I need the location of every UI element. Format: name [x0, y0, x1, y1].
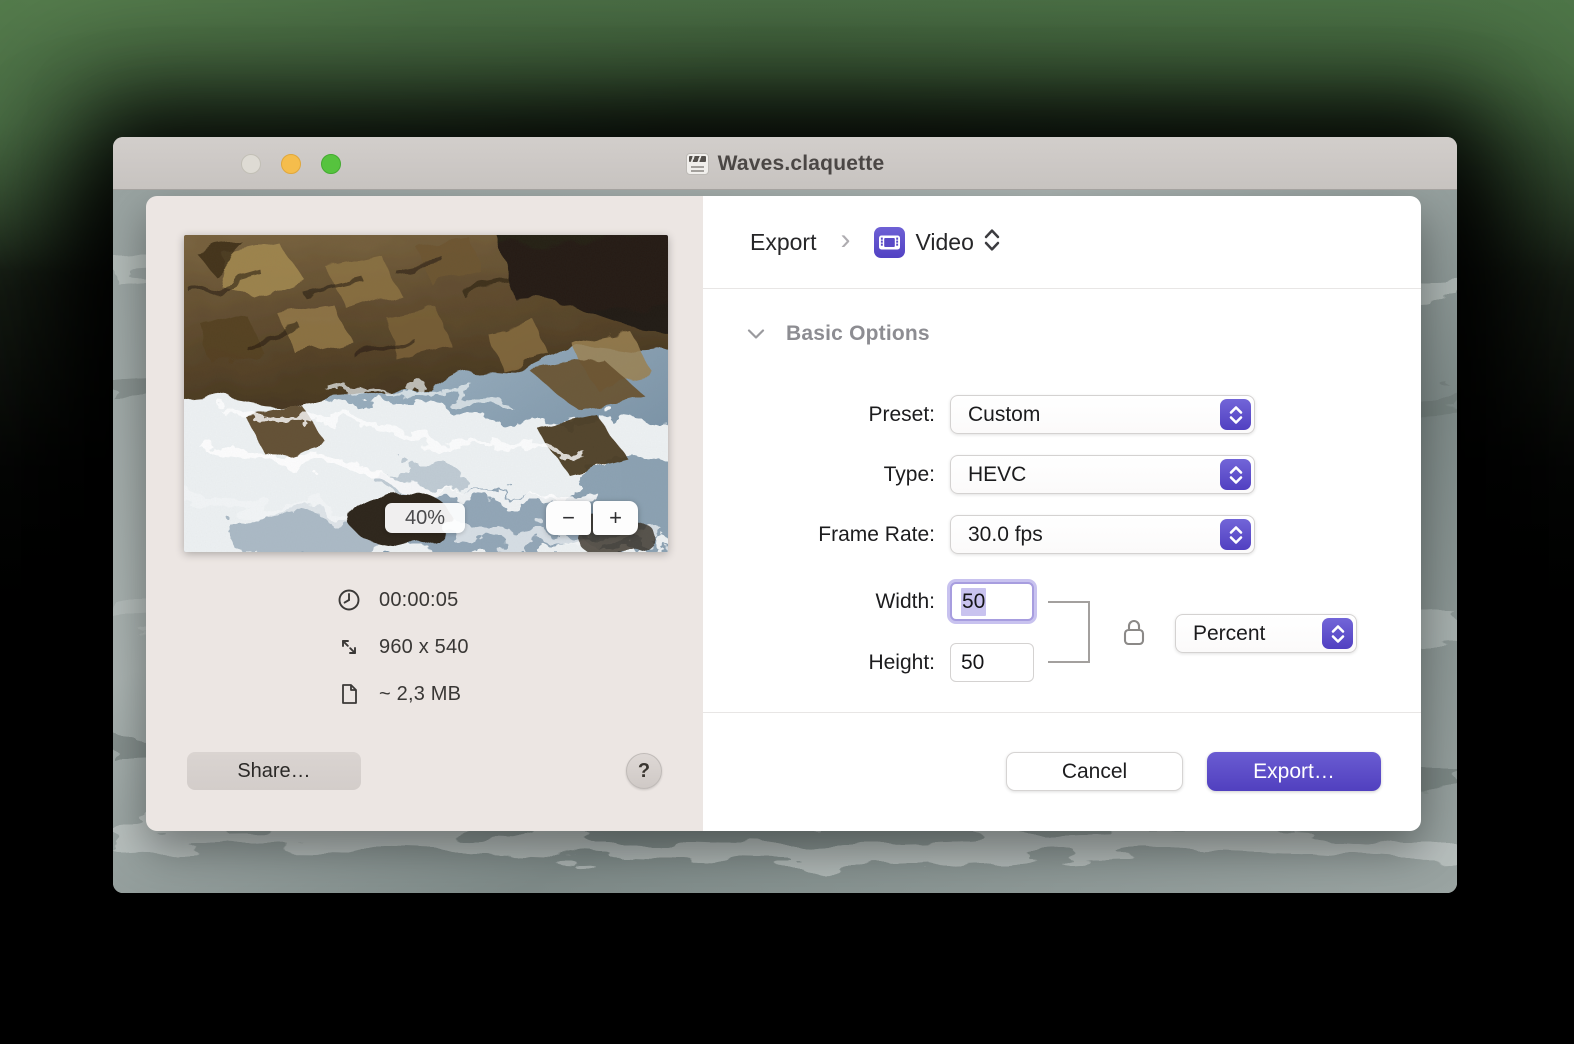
frame-rate-row: Frame Rate: 30.0 fps: [703, 515, 1421, 554]
window-content: 40% − + 00:00:05 960 x 540 ~ 2,3 MB Shar…: [113, 190, 1457, 893]
share-button[interactable]: Share…: [187, 752, 361, 790]
height-label: Height:: [868, 651, 935, 674]
preset-value: Custom: [968, 402, 1041, 426]
title-group: Waves.claquette: [113, 137, 1457, 190]
width-value: 50: [961, 587, 987, 616]
chevron-right-icon: ›: [840, 222, 851, 256]
aspect-link-bracket: [1048, 601, 1090, 663]
frame-rate-value: 30.0 fps: [968, 522, 1043, 546]
file-icon: [335, 681, 363, 707]
duration-value: 00:00:05: [379, 588, 459, 611]
metadata-list: 00:00:05 960 x 540 ~ 2,3 MB: [335, 584, 469, 725]
basic-options-header[interactable]: Basic Options: [747, 314, 930, 354]
type-row: Type: HEVC: [703, 455, 1421, 494]
preset-dropdown[interactable]: Custom: [950, 395, 1255, 434]
export-button[interactable]: Export…: [1207, 752, 1381, 791]
frame-rate-dropdown[interactable]: 30.0 fps: [950, 515, 1255, 554]
lock-icon[interactable]: [1120, 616, 1148, 655]
unit-value: Percent: [1193, 621, 1266, 645]
app-window: Waves.claquette 40% − + 00:00:05 960 x 5…: [113, 137, 1457, 893]
type-label: Type:: [883, 463, 935, 486]
stepper-chevrons-icon: [1220, 519, 1251, 550]
dimensions-value: 960 x 540: [379, 635, 469, 658]
breadcrumb: Export › Video: [703, 196, 1421, 288]
stepper-chevrons-icon: [1322, 618, 1353, 649]
height-input[interactable]: 50: [950, 643, 1034, 682]
clock-icon: [335, 587, 363, 613]
width-label: Width:: [875, 590, 935, 613]
file-size-value: ~ 2,3 MB: [379, 682, 462, 705]
section-title: Basic Options: [786, 322, 930, 345]
type-value: HEVC: [968, 462, 1027, 486]
duration-row: 00:00:05: [335, 584, 469, 616]
type-dropdown[interactable]: HEVC: [950, 455, 1255, 494]
preview-panel: 40% − + 00:00:05 960 x 540 ~ 2,3 MB Shar…: [146, 196, 703, 831]
video-format-icon: [874, 226, 906, 258]
export-sheet: 40% − + 00:00:05 960 x 540 ~ 2,3 MB Shar…: [146, 196, 1421, 831]
titlebar[interactable]: Waves.claquette: [113, 137, 1457, 190]
preset-label: Preset:: [868, 403, 935, 426]
format-selector-value[interactable]: Video: [915, 229, 973, 256]
cancel-button[interactable]: Cancel: [1006, 752, 1183, 791]
preset-row: Preset: Custom: [703, 395, 1421, 434]
height-value: 50: [961, 650, 985, 674]
file-size-row: ~ 2,3 MB: [335, 678, 469, 710]
export-options-panel: Export › Video Basic Options Preset: Cus…: [703, 196, 1421, 831]
dimensions-icon: [335, 634, 363, 660]
zoom-control: − +: [546, 501, 638, 535]
document-proxy-icon[interactable]: [685, 152, 709, 175]
chevron-up-down-icon[interactable]: [982, 226, 1002, 259]
chevron-down-icon: [747, 329, 765, 339]
frame-rate-label: Frame Rate:: [818, 523, 935, 546]
help-button[interactable]: ?: [626, 753, 662, 789]
stepper-chevrons-icon: [1220, 459, 1251, 490]
zoom-in-button[interactable]: +: [593, 501, 638, 535]
breadcrumb-divider: [703, 288, 1421, 289]
zoom-out-button[interactable]: −: [546, 501, 591, 535]
breadcrumb-export[interactable]: Export: [750, 229, 816, 256]
width-input[interactable]: 50: [950, 582, 1034, 621]
unit-control: Percent: [1175, 614, 1357, 653]
dimensions-row: 960 x 540: [335, 631, 469, 663]
zoom-level-badge: 40%: [385, 503, 465, 533]
window-title: Waves.claquette: [717, 151, 885, 175]
footer-divider: [703, 712, 1421, 713]
video-preview: 40% − +: [184, 235, 668, 552]
stepper-chevrons-icon: [1220, 399, 1251, 430]
unit-dropdown[interactable]: Percent: [1175, 614, 1357, 653]
